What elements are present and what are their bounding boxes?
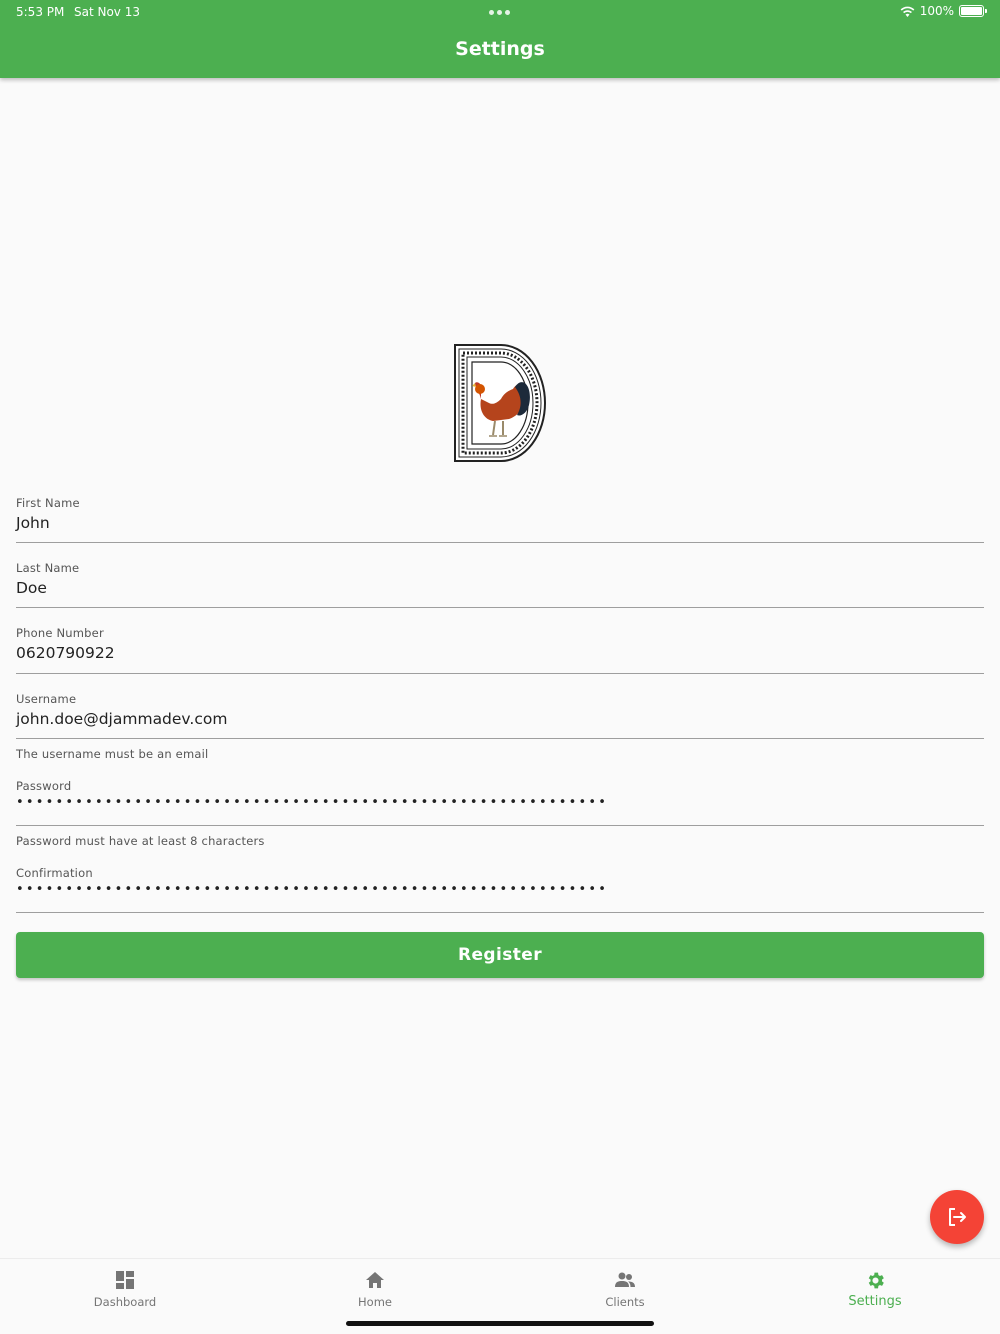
wifi-icon (900, 6, 915, 17)
nav-label-home: Home (358, 1295, 392, 1309)
phone-number-field[interactable]: Phone Number 0620790922 (16, 626, 984, 674)
home-icon (366, 1272, 384, 1288)
nav-label-clients: Clients (605, 1295, 645, 1309)
status-time: 5:53 PM (16, 5, 65, 19)
nav-label-dashboard: Dashboard (93, 1295, 157, 1309)
last-name-underline (16, 607, 984, 608)
username-field[interactable]: Username john.doe@djammadev.com (16, 692, 984, 739)
password-helper-text: Password must have at least 8 characters (16, 834, 265, 848)
battery-icon (959, 5, 987, 17)
first-name-underline (16, 542, 984, 543)
username-helper-text: The username must be an email (16, 747, 209, 761)
nav-item-home[interactable]: Home (250, 1259, 500, 1319)
password-input[interactable]: ••••••••••••••••••••••••••••••••••••••••… (16, 795, 984, 810)
phone-number-label: Phone Number (16, 626, 104, 640)
nav-label-settings: Settings (848, 1294, 902, 1309)
confirmation-input[interactable]: ••••••••••••••••••••••••••••••••••••••••… (16, 882, 984, 897)
people-icon (615, 1272, 635, 1287)
gear-icon (868, 1272, 884, 1288)
last-name-input[interactable]: Doe (16, 579, 984, 597)
multitasking-dots-icon[interactable] (489, 10, 510, 15)
nav-item-settings[interactable]: Settings (750, 1259, 1000, 1319)
home-indicator[interactable] (346, 1321, 654, 1326)
app-logo (454, 344, 546, 462)
last-name-label: Last Name (16, 561, 80, 575)
logout-icon (949, 1208, 966, 1226)
app-bar: 5:53 PM Sat Nov 13 100% Settings (0, 0, 1000, 78)
password-field[interactable]: Password •••••••••••••••••••••••••••••••… (16, 779, 984, 826)
password-label: Password (16, 779, 72, 793)
phone-number-underline (16, 673, 984, 674)
logout-button[interactable] (930, 1190, 984, 1244)
nav-item-dashboard[interactable]: Dashboard (0, 1259, 250, 1319)
page-title: Settings (455, 38, 545, 60)
status-date: Sat Nov 13 (74, 5, 140, 19)
confirmation-underline (16, 912, 984, 913)
confirmation-label: Confirmation (16, 866, 93, 880)
register-button[interactable]: Register (16, 932, 984, 978)
username-underline (16, 738, 984, 739)
phone-number-input[interactable]: 0620790922 (16, 644, 984, 662)
first-name-input[interactable]: John (16, 514, 984, 532)
battery-percent: 100% (919, 4, 954, 18)
username-input[interactable]: john.doe@djammadev.com (16, 710, 984, 728)
password-underline (16, 825, 984, 826)
nav-item-clients[interactable]: Clients (500, 1259, 750, 1319)
status-right: 100% (900, 4, 987, 18)
first-name-label: First Name (16, 496, 80, 510)
last-name-field[interactable]: Last Name Doe (16, 561, 984, 608)
username-label: Username (16, 692, 77, 706)
dashboard-icon (116, 1271, 134, 1289)
confirmation-field[interactable]: Confirmation •••••••••••••••••••••••••••… (16, 866, 984, 913)
first-name-field[interactable]: First Name John (16, 496, 984, 543)
